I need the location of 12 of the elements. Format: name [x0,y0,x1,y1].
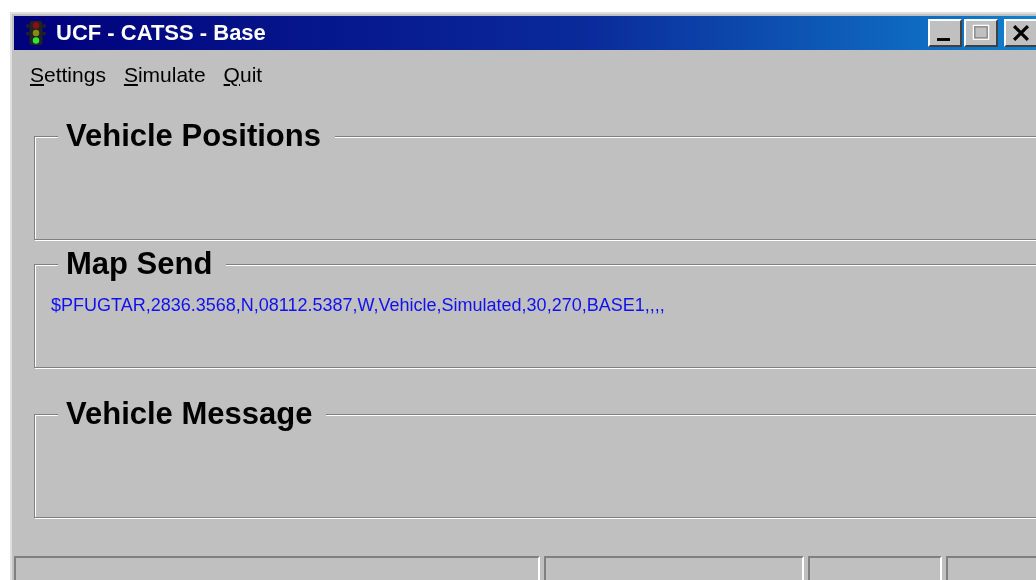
message-text: $PFUGTAR,2836.3568,N,08112.5387,W,Vehicle,Simulated,30,270,BASE1,,,, [51,295,665,315]
maximize-icon [970,23,992,43]
traffic-light-icon [24,20,48,46]
menu-item[interactable]: Quit [221,63,279,87]
minimize-icon [936,37,950,41]
maximize-button[interactable] [964,19,998,47]
close-button[interactable] [1004,19,1036,47]
menu-item[interactable]: Simulate [121,63,222,87]
minimize-button[interactable] [928,19,962,47]
close-icon [1010,23,1032,43]
window-title: UCF - CATSS - Base [56,20,266,46]
menu-item[interactable]: Settings [28,63,122,87]
